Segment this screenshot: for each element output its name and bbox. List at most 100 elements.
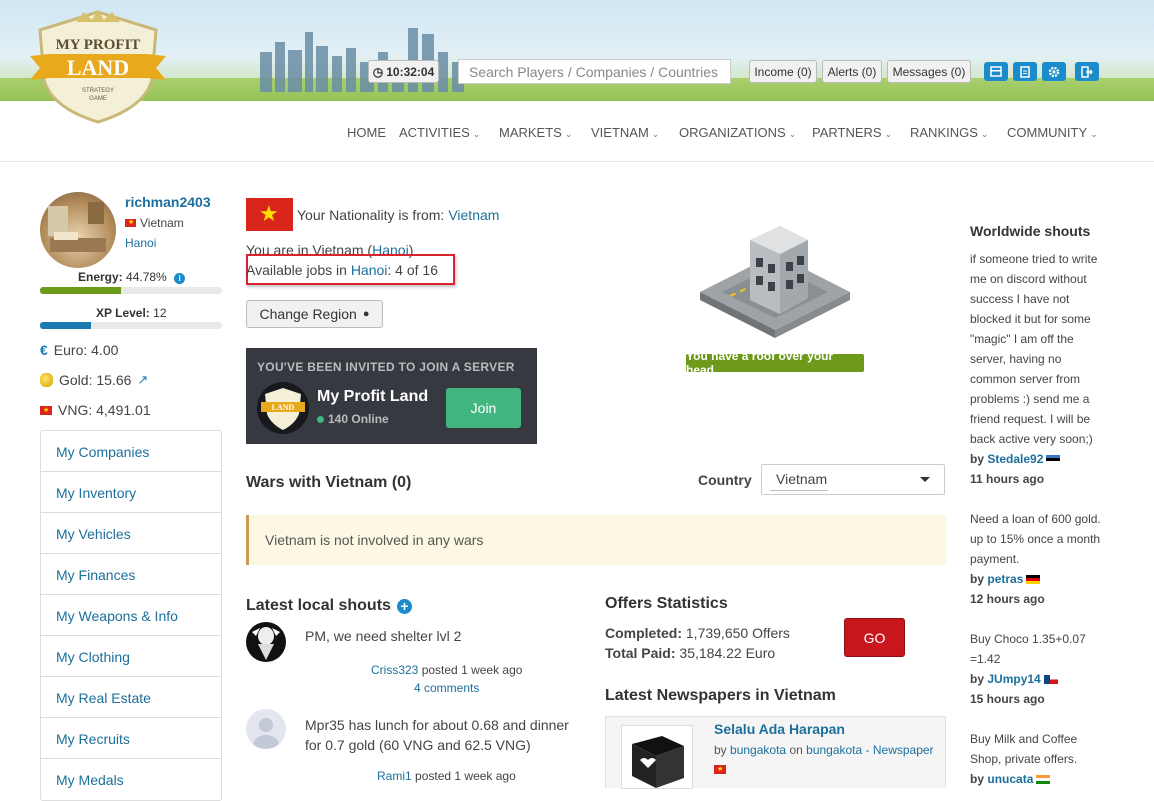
nav-home[interactable]: HOME <box>347 125 386 140</box>
document-icon[interactable] <box>1013 62 1037 81</box>
gold-coins-icon <box>40 373 53 387</box>
gold-balance: Gold: 15.66 ↗ <box>40 372 148 388</box>
newspaper-link[interactable]: bungakota - Newspaper <box>806 743 933 757</box>
vng-value: VNG: 4,491.01 <box>58 402 151 418</box>
worldwide-user-link[interactable]: Stedale92 <box>987 452 1043 466</box>
xp-value: 12 <box>153 306 167 320</box>
euro-value: Euro: 4.00 <box>53 342 119 358</box>
search-input[interactable]: Search Players / Companies / Countries <box>458 59 731 84</box>
income-button[interactable]: Income (0) <box>749 60 817 83</box>
go-button[interactable]: GO <box>844 618 905 657</box>
chevron-down-icon: ⌄ <box>884 129 893 139</box>
energy-label-text: Energy: <box>78 270 123 284</box>
nationality-label: Your Nationality is from: <box>297 206 445 223</box>
logout-icon[interactable] <box>1075 62 1099 81</box>
newspaper-name-link[interactable]: Selalu Ada Harapan <box>714 721 845 737</box>
worldwide-user-link[interactable]: JUmpy14 <box>987 672 1040 686</box>
nav-organizations[interactable]: ORGANIZATIONS ⌄ <box>679 125 796 140</box>
nav-community-label: COMMUNITY <box>1007 125 1088 140</box>
country-select[interactable]: Vietnam <box>761 464 945 495</box>
menu-my-recruits[interactable]: My Recruits <box>41 718 221 759</box>
online-count-label: 140 Online <box>328 412 389 426</box>
menu-my-clothing[interactable]: My Clothing <box>41 636 221 677</box>
vng-balance: ★ VNG: 4,491.01 <box>40 402 151 418</box>
worldwide-title: Worldwide shouts <box>970 223 1091 239</box>
newspaper-card: Selalu Ada Harapan by bungakota on bunga… <box>605 716 946 789</box>
menu-my-finances[interactable]: My Finances <box>41 554 221 595</box>
shout-author-link[interactable]: Criss323 <box>371 663 418 677</box>
nationality-link[interactable]: Vietnam <box>448 207 499 223</box>
worldwide-shout-time: 15 hours ago <box>970 692 1045 706</box>
inventory-icon[interactable] <box>984 62 1008 81</box>
nav-activities[interactable]: ACTIVITIES ⌄ <box>399 125 480 140</box>
worldwide-shout-author: by unucata <box>970 769 1110 789</box>
nav-markets[interactable]: MARKETS ⌄ <box>499 125 572 140</box>
jobs-label: Available jobs in <box>246 262 347 278</box>
avatar[interactable] <box>40 192 116 268</box>
change-region-label: Change Region <box>259 306 357 322</box>
worldwide-user-link[interactable]: petras <box>987 572 1023 586</box>
menu-my-medals[interactable]: My Medals <box>41 759 221 800</box>
worldwide-user-link[interactable]: unucata <box>987 772 1033 786</box>
xp-label: XP Level: 12 <box>96 306 167 320</box>
vietnam-flag-icon: ★ <box>125 219 136 227</box>
euro-balance: € Euro: 4.00 <box>40 342 118 358</box>
newspaper-author-link[interactable]: bungakota <box>730 743 786 757</box>
messages-button[interactable]: Messages (0) <box>887 60 971 83</box>
shout-author-link[interactable]: Rami1 <box>377 769 412 783</box>
jobs-city-link[interactable]: Hanoi <box>351 262 388 278</box>
by-label: by <box>970 452 985 466</box>
newspaper-byline: by bungakota on bungakota - Newspaper <box>714 743 934 757</box>
jobs-count: : 4 of 16 <box>387 262 438 278</box>
profile-city-link[interactable]: Hanoi <box>125 236 156 250</box>
username-link[interactable]: richman2403 <box>125 194 211 210</box>
menu-my-vehicles[interactable]: My Vehicles <box>41 513 221 554</box>
change-region-button[interactable]: Change Region ● <box>246 300 383 328</box>
xp-progress-bar <box>40 322 222 329</box>
menu-my-weapons[interactable]: My Weapons & Info <box>41 595 221 636</box>
nav-partners[interactable]: PARTNERS ⌄ <box>812 125 892 140</box>
menu-my-companies[interactable]: My Companies <box>41 431 221 472</box>
nav-community[interactable]: COMMUNITY ⌄ <box>1007 125 1098 140</box>
join-button[interactable]: Join <box>446 388 521 428</box>
svg-text:MY PROFIT: MY PROFIT <box>56 37 141 53</box>
nav-vietnam[interactable]: VIETNAM ⌄ <box>591 125 659 140</box>
energy-value: 44.78% <box>126 270 167 284</box>
vietnam-flag-icon: ★ <box>246 198 293 231</box>
worldwide-shouts: Worldwide shouts if someone tried to wri… <box>970 221 1110 789</box>
chevron-down-icon: ⌄ <box>564 129 573 139</box>
worldwide-shout-time: 12 hours ago <box>970 592 1045 606</box>
india-flag-icon <box>1036 775 1051 785</box>
xp-label-text: XP Level: <box>96 306 150 320</box>
nav-organizations-label: ORGANIZATIONS <box>679 125 786 140</box>
byline-by: by <box>714 743 727 757</box>
avatar[interactable] <box>246 622 286 662</box>
worldwide-shout-text: Buy Choco 1.35+0.07 =1.42 <box>970 632 1086 666</box>
chart-line-icon[interactable]: ↗ <box>137 372 148 388</box>
header-banner: ◷ 10:32:04 Search Players / Companies / C… <box>0 0 1154 101</box>
add-shout-icon[interactable]: + <box>396 598 412 614</box>
settings-gear-icon[interactable] <box>1042 62 1066 81</box>
main-navigation: HOME ACTIVITIES ⌄ MARKETS ⌄ VIETNAM ⌄ ORGAN… <box>0 101 1154 162</box>
svg-text:LAND: LAND <box>67 55 129 80</box>
shout-text: PM, we need shelter lvl 2 <box>305 628 462 644</box>
shout-meta: Criss323 posted 1 week ago <box>371 663 522 677</box>
no-wars-alert: Vietnam is not involved in any wars <box>246 515 946 565</box>
offers-completed: Completed: 1,739,650 Offers <box>605 625 790 641</box>
nav-rankings[interactable]: RANKINGS ⌄ <box>910 125 988 140</box>
newspaper-thumbnail[interactable] <box>621 725 693 789</box>
czech-flag-icon <box>1043 675 1058 685</box>
info-icon[interactable]: i <box>174 273 186 284</box>
shout-time: posted 1 week ago <box>421 663 523 677</box>
offers-total-paid: Total Paid: 35,184.22 Euro <box>605 645 775 661</box>
alerts-button[interactable]: Alerts (0) <box>822 60 882 83</box>
svg-text:GAME: GAME <box>89 96 107 102</box>
avatar[interactable] <box>246 709 286 749</box>
local-shouts-title: Latest local shouts <box>246 597 391 614</box>
discord-invite-widget: YOU'VE BEEN INVITED TO JOIN A SERVER LAN… <box>246 348 537 444</box>
menu-my-real-estate[interactable]: My Real Estate <box>41 677 221 718</box>
map-marker-icon: ● <box>362 308 370 320</box>
menu-my-inventory[interactable]: My Inventory <box>41 472 221 513</box>
shout-comments-link[interactable]: 4 comments <box>414 681 479 695</box>
nav-markets-label: MARKETS <box>499 125 562 140</box>
